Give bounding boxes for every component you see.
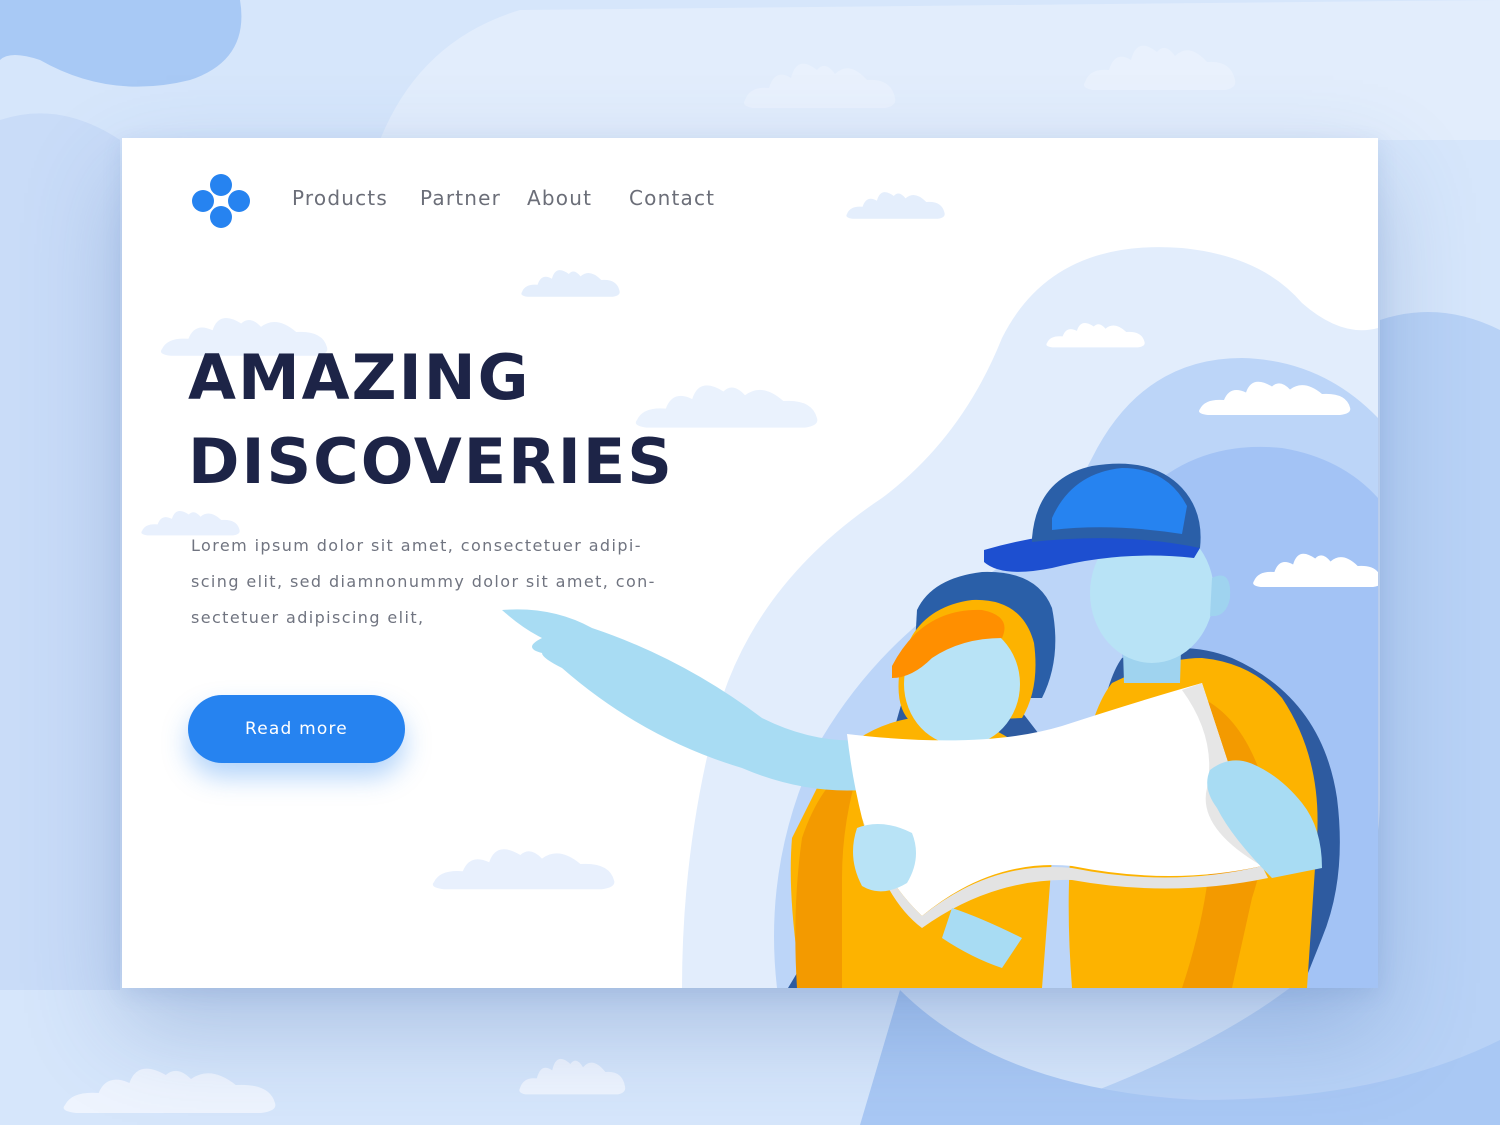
card-cloud-6	[432, 849, 615, 890]
hero-description: Lorem ipsum dolor sit amet, consectetuer…	[191, 528, 711, 636]
brand-logo[interactable]	[192, 174, 250, 228]
nav-item-partner[interactable]: Partner	[420, 186, 501, 210]
hero-headline-line2: DISCOVERIES	[188, 425, 674, 498]
logo-dot-bottom	[210, 206, 232, 228]
card-cloud-2	[521, 270, 620, 297]
hand-left	[853, 824, 916, 892]
nav-item-contact[interactable]: Contact	[629, 186, 715, 210]
logo-dot-left	[192, 190, 214, 212]
nav-item-products[interactable]: Products	[292, 186, 388, 210]
hero-description-line1: Lorem ipsum dolor sit amet, consectetuer…	[191, 536, 642, 555]
bg-blob-top	[380, 0, 1500, 140]
logo-dot-right	[228, 190, 250, 212]
hero-description-line3: sectetuer adipiscing elit,	[191, 608, 425, 627]
nav-item-about[interactable]: About	[527, 186, 592, 210]
card-cloud-1	[846, 192, 945, 219]
hero-headline: AMAZING DISCOVERIES	[188, 336, 674, 504]
bg-blob-left	[0, 113, 120, 991]
landing-card: Products Partner About Contact AMAZING D…	[122, 138, 1378, 988]
hero-description-line2: scing elit, sed diamnonummy dolor sit am…	[191, 572, 656, 591]
read-more-button[interactable]: Read more	[188, 695, 405, 763]
hero-headline-line1: AMAZING	[188, 341, 531, 414]
logo-dot-top	[210, 174, 232, 196]
